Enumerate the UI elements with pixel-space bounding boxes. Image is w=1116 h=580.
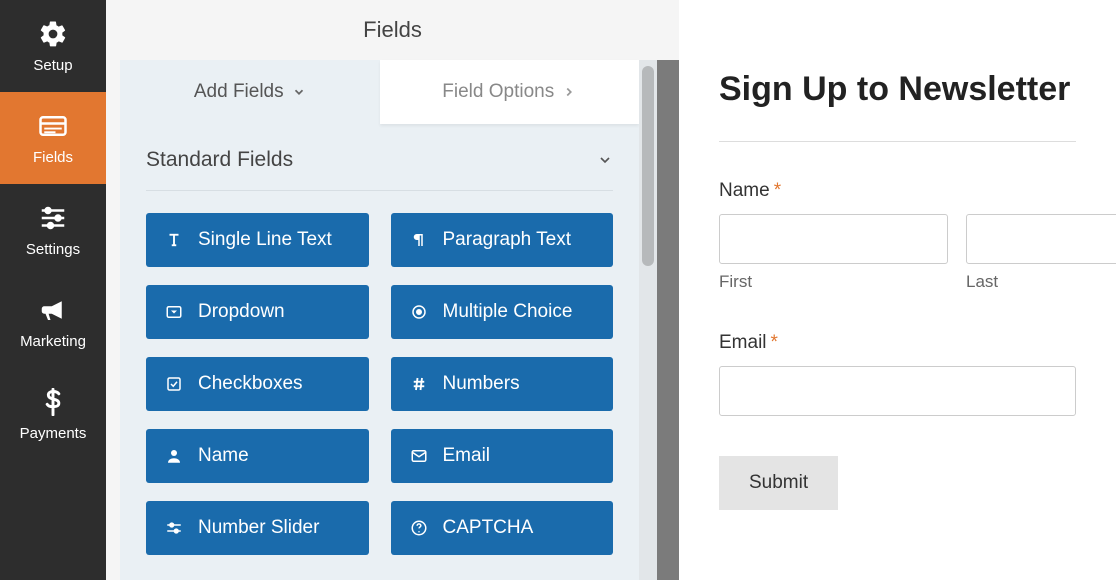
field-label: CAPTCHA — [443, 517, 534, 539]
text-icon — [164, 230, 184, 250]
sidebar-item-payments[interactable]: Payments — [0, 368, 106, 460]
sidebar-item-settings[interactable]: Settings — [0, 184, 106, 276]
field-label: Single Line Text — [198, 229, 332, 251]
form-preview: Sign Up to Newsletter Name * First Last … — [679, 0, 1116, 580]
form-icon — [38, 111, 68, 141]
required-mark: * — [771, 332, 778, 354]
field-checkboxes[interactable]: Checkboxes — [146, 357, 369, 411]
field-paragraph-text[interactable]: Paragraph Text — [391, 213, 614, 267]
panel-title: Fields — [106, 0, 679, 60]
field-captcha[interactable]: CAPTCHA — [391, 501, 614, 555]
first-sublabel: First — [719, 272, 948, 292]
last-sublabel: Last — [966, 272, 1116, 292]
field-numbers[interactable]: Numbers — [391, 357, 614, 411]
sidebar-item-label: Settings — [26, 241, 80, 258]
field-label: Number Slider — [198, 517, 319, 539]
scroll-thumb[interactable] — [642, 66, 654, 266]
chevron-down-icon — [597, 152, 613, 168]
paragraph-icon — [409, 230, 429, 250]
tab-add-fields[interactable]: Add Fields — [120, 60, 380, 124]
field-label: Numbers — [443, 373, 520, 395]
field-email[interactable]: Email — [391, 429, 614, 483]
field-label: Checkboxes — [198, 373, 303, 395]
sliders-icon — [38, 203, 68, 233]
section-title: Standard Fields — [146, 148, 293, 172]
chevron-down-icon — [292, 85, 306, 99]
required-mark: * — [774, 180, 781, 202]
divider — [719, 141, 1076, 142]
gear-icon — [38, 19, 68, 49]
radio-icon — [409, 302, 429, 322]
help-icon — [409, 518, 429, 538]
field-label: Paragraph Text — [443, 229, 572, 251]
fields-pane: Add Fields Field Options Standard Fields — [120, 60, 639, 580]
field-label: Multiple Choice — [443, 301, 573, 323]
field-label: Email — [443, 445, 491, 467]
field-multiple-choice[interactable]: Multiple Choice — [391, 285, 614, 339]
checkbox-icon — [164, 374, 184, 394]
panel-divider — [657, 60, 679, 580]
sidebar-item-fields[interactable]: Fields — [0, 92, 106, 184]
form-title: Sign Up to Newsletter — [719, 70, 1076, 109]
field-label: Dropdown — [198, 301, 285, 323]
dropdown-icon — [164, 302, 184, 322]
field-dropdown[interactable]: Dropdown — [146, 285, 369, 339]
chevron-right-icon — [562, 85, 576, 99]
sidebar-item-marketing[interactable]: Marketing — [0, 276, 106, 368]
email-label: Email * — [719, 332, 1076, 354]
sidebar-item-label: Fields — [33, 149, 73, 166]
submit-button[interactable]: Submit — [719, 456, 838, 510]
envelope-icon — [409, 446, 429, 466]
field-label: Name — [198, 445, 249, 467]
bullhorn-icon — [38, 295, 68, 325]
email-input[interactable] — [719, 366, 1076, 416]
person-icon — [164, 446, 184, 466]
tab-field-options[interactable]: Field Options — [380, 60, 640, 124]
scrollbar[interactable] — [639, 60, 657, 580]
sidebar-item-setup[interactable]: Setup — [0, 0, 106, 92]
center-panel: Fields Add Fields Field Options Standard… — [106, 0, 679, 580]
tab-label: Add Fields — [194, 81, 284, 103]
name-label: Name * — [719, 180, 1076, 202]
first-name-input[interactable] — [719, 214, 948, 264]
field-name[interactable]: Name — [146, 429, 369, 483]
slider-icon — [164, 518, 184, 538]
last-name-input[interactable] — [966, 214, 1116, 264]
field-number-slider[interactable]: Number Slider — [146, 501, 369, 555]
section-standard-fields[interactable]: Standard Fields — [120, 124, 639, 172]
dollar-icon — [38, 387, 68, 417]
field-single-line-text[interactable]: Single Line Text — [146, 213, 369, 267]
hash-icon — [409, 374, 429, 394]
fields-grid: Single Line Text Paragraph Text Dropdown… — [120, 191, 639, 577]
sidebar-item-label: Marketing — [20, 333, 86, 350]
tab-label: Field Options — [442, 81, 554, 103]
sidebar-item-label: Setup — [33, 57, 72, 74]
sidebar-item-label: Payments — [20, 425, 87, 442]
sidebar: Setup Fields Settings Marketing Payments — [0, 0, 106, 580]
